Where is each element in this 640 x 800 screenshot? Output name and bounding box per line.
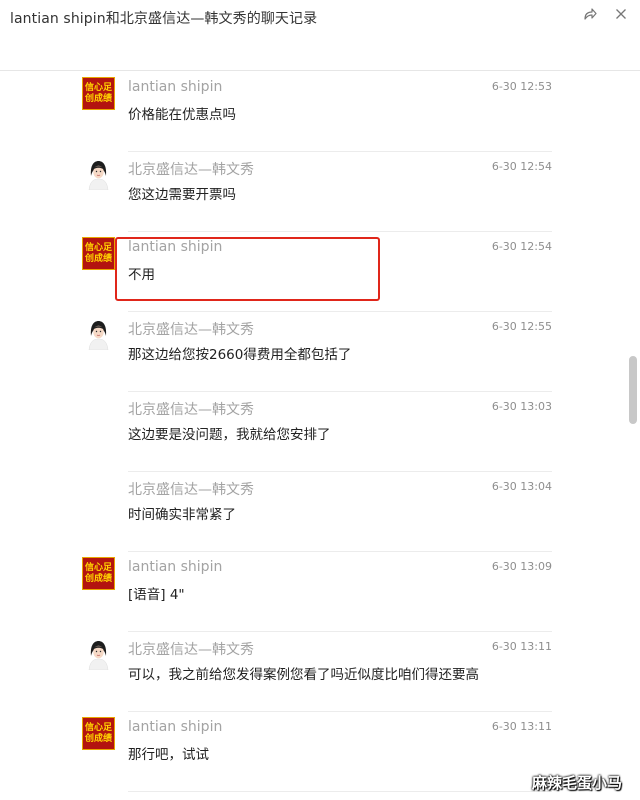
brand-logo-avatar: 信心足 创成绩 [82, 237, 115, 270]
message-timestamp: 6-30 12:53 [491, 80, 552, 93]
portrait-image [82, 317, 115, 350]
brand-logo-avatar: 信心足 创成绩 [82, 717, 115, 750]
window-title: lantian shipin和北京盛信达—韩文秀的聊天记录 [10, 11, 318, 27]
highlight-box [115, 237, 380, 301]
message-divider [128, 711, 552, 712]
sender-name: 北京盛信达—韩文秀 [128, 482, 254, 498]
avatar[interactable]: 信心足 创成绩 [82, 77, 115, 110]
message-text: 您这边需要开票吗 [128, 187, 236, 203]
scrollbar-track[interactable] [622, 71, 640, 800]
logo-text: 创成绩 [84, 573, 112, 584]
chat-message[interactable]: 北京盛信达—韩文秀 6-30 12:54 您这边需要开票吗 [0, 151, 622, 231]
logo-text: 信心足 [84, 82, 112, 93]
message-timestamp: 6-30 13:09 [491, 560, 552, 573]
message-divider [128, 151, 552, 152]
woman-portrait-avatar [82, 157, 115, 190]
avatar[interactable]: 信心足 创成绩 [82, 557, 115, 590]
logo-text: 创成绩 [84, 733, 112, 744]
sender-name: 北京盛信达—韩文秀 [128, 402, 254, 418]
message-divider [128, 391, 552, 392]
chat-message[interactable]: 北京盛信达—韩文秀 6-30 12:55 那这边给您按2660得费用全都包括了 [0, 311, 622, 391]
logo-text: 创成绩 [84, 93, 112, 104]
message-timestamp: 6-30 12:55 [491, 320, 552, 333]
message-text: [语音] 4" [128, 587, 185, 603]
chat-message[interactable]: 北京盛信达—韩文秀 6-30 13:03 这边要是没问题，我就给您安排了 [0, 391, 622, 471]
message-divider [128, 551, 552, 552]
chat-message[interactable]: 信心足 创成绩 lantian shipin 6-30 13:11 那行吧，试试 [0, 711, 622, 791]
woman-portrait-avatar [82, 637, 115, 670]
chat-history-list[interactable]: 信心足 创成绩 lantian shipin 6-30 12:53 价格能在优惠点吗 北京… [0, 71, 622, 800]
logo-text: 信心足 [84, 722, 112, 733]
chat-message[interactable]: 北京盛信达—韩文秀 6-30 13:11 可以，我之前给您发得案例您看了吗近似度比咱… [0, 631, 622, 711]
watermark: 麻辣毛蛋小马 [532, 774, 623, 792]
logo-text: 信心足 [84, 562, 112, 573]
chat-message[interactable]: 信心足 创成绩 lantian shipin 6-30 13:09 [语音] 4" [0, 551, 622, 631]
portrait-image [82, 637, 115, 670]
logo-text: 信心足 [84, 242, 112, 253]
message-divider [128, 311, 552, 312]
sender-name: 北京盛信达—韩文秀 [128, 322, 254, 338]
chat-message[interactable]: 信心足 创成绩 lantian shipin 6-30 12:53 价格能在优惠点吗 [0, 71, 622, 151]
message-text: 可以，我之前给您发得案例您看了吗近似度比咱们得还要高 [128, 667, 479, 683]
sender-name: lantian shipin [128, 559, 223, 575]
sender-name: 北京盛信达—韩文秀 [128, 162, 254, 178]
message-timestamp: 6-30 12:54 [491, 160, 552, 173]
sender-name: 北京盛信达—韩文秀 [128, 642, 254, 658]
message-timestamp: 6-30 13:11 [491, 640, 552, 653]
avatar[interactable] [82, 157, 115, 190]
message-timestamp: 6-30 13:04 [491, 480, 552, 493]
message-divider [128, 791, 552, 792]
woman-portrait-avatar [82, 317, 115, 350]
message-timestamp: 6-30 13:11 [491, 720, 552, 733]
message-text: 那这边给您按2660得费用全都包括了 [128, 347, 352, 363]
message-divider [128, 631, 552, 632]
portrait-image [82, 157, 115, 190]
message-text: 时间确实非常紧了 [128, 507, 236, 523]
close-button[interactable] [611, 4, 631, 24]
brand-logo-avatar: 信心足 创成绩 [82, 557, 115, 590]
avatar[interactable]: 信心足 创成绩 [82, 717, 115, 750]
message-timestamp: 6-30 12:54 [491, 240, 552, 253]
message-text: 这边要是没问题，我就给您安排了 [128, 427, 331, 443]
message-divider [128, 471, 552, 472]
message-divider [128, 231, 552, 232]
close-icon [616, 9, 626, 19]
title-bar: lantian shipin和北京盛信达—韩文秀的聊天记录 [0, 0, 640, 71]
avatar[interactable]: 信心足 创成绩 [82, 237, 115, 270]
share-button[interactable] [580, 4, 600, 24]
message-text: 那行吧，试试 [128, 747, 209, 763]
sender-name: lantian shipin [128, 79, 223, 95]
message-text: 价格能在优惠点吗 [128, 107, 236, 123]
chat-message[interactable]: 北京盛信达—韩文秀 6-30 13:04 时间确实非常紧了 [0, 471, 622, 551]
share-icon [584, 8, 597, 20]
scrollbar-thumb[interactable] [629, 356, 637, 424]
brand-logo-avatar: 信心足 创成绩 [82, 77, 115, 110]
avatar[interactable] [82, 317, 115, 350]
sender-name: lantian shipin [128, 719, 223, 735]
logo-text: 创成绩 [84, 253, 112, 264]
message-timestamp: 6-30 13:03 [491, 400, 552, 413]
avatar[interactable] [82, 637, 115, 670]
